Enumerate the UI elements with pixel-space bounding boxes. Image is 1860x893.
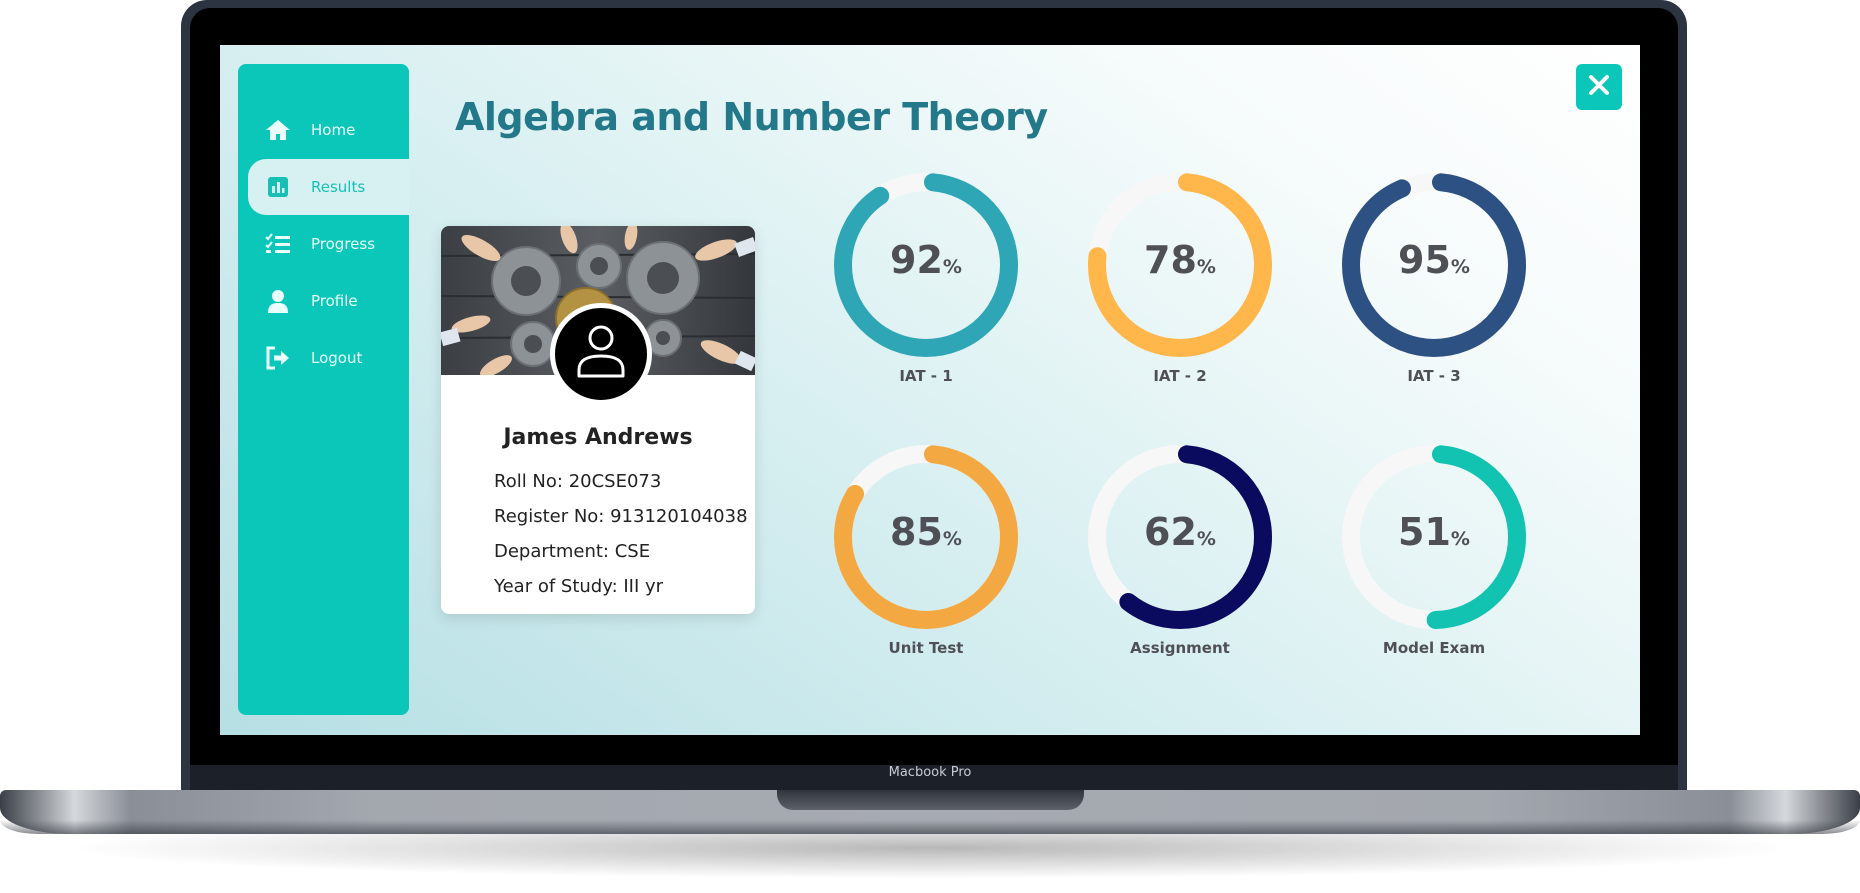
sidebar-item-label: Progress: [311, 235, 376, 253]
score-unit: %: [1450, 256, 1470, 278]
score-value: 62%: [1085, 510, 1275, 554]
score-ring-model-exam: 51% Model Exam: [1339, 442, 1529, 672]
score-unit: %: [942, 256, 962, 278]
score-unit: %: [1196, 256, 1216, 278]
student-name: James Andrews: [503, 425, 693, 450]
register-number: Register No: 913120104038: [494, 506, 748, 527]
logout-icon: [263, 343, 293, 373]
sidebar-item-label: Profile: [311, 292, 358, 310]
avatar: [550, 303, 652, 405]
department: Department: CSE: [494, 541, 651, 562]
score-label: Assignment: [1130, 639, 1230, 657]
score-number: 95: [1398, 238, 1451, 282]
bar-chart-icon: [263, 172, 293, 202]
app-screen: Home Results Progress Profile Logout Alg…: [220, 45, 1640, 735]
home-icon: [263, 115, 293, 145]
score-number: 78: [1144, 238, 1197, 282]
page-title: Algebra and Number Theory: [455, 95, 1048, 139]
score-ring-iat-3: 95% IAT - 3: [1339, 170, 1529, 400]
laptop-notch: [777, 790, 1084, 810]
sidebar-item-profile[interactable]: Profile: [248, 273, 409, 329]
sidebar-item-label: Results: [311, 178, 366, 196]
score-value: 92%: [831, 238, 1021, 282]
year-of-study: Year of Study: III yr: [494, 576, 664, 597]
score-unit: %: [1450, 528, 1470, 550]
score-label: Unit Test: [888, 639, 964, 657]
close-button[interactable]: [1576, 64, 1622, 110]
score-ring-iat-2: 78% IAT - 2: [1085, 170, 1275, 400]
score-value: 95%: [1339, 238, 1529, 282]
score-number: 92: [890, 238, 943, 282]
score-label: IAT - 1: [899, 367, 953, 385]
score-number: 85: [890, 510, 943, 554]
score-ring-unit-test: 85% Unit Test: [831, 442, 1021, 672]
close-icon: [1587, 73, 1611, 102]
checklist-icon: [263, 229, 293, 259]
user-icon: [263, 286, 293, 316]
sidebar-item-label: Home: [311, 121, 356, 139]
score-label: Model Exam: [1382, 639, 1486, 657]
score-number: 62: [1144, 510, 1197, 554]
sidebar-item-progress[interactable]: Progress: [248, 216, 409, 272]
score-value: 85%: [831, 510, 1021, 554]
score-ring-assignment: 62% Assignment: [1085, 442, 1275, 672]
score-unit: %: [1196, 528, 1216, 550]
score-number: 51: [1398, 510, 1451, 554]
laptop-brand-label: Macbook Pro: [888, 765, 972, 780]
profile-card: James Andrews Roll No: 20CSE073 Register…: [441, 226, 755, 614]
score-value: 78%: [1085, 238, 1275, 282]
score-unit: %: [942, 528, 962, 550]
sidebar-item-label: Logout: [311, 349, 363, 367]
user-icon: [575, 324, 627, 385]
score-ring-iat-1: 92% IAT - 1: [831, 170, 1021, 400]
sidebar: Home Results Progress Profile Logout: [238, 64, 409, 715]
score-label: IAT - 2: [1153, 367, 1207, 385]
sidebar-item-home[interactable]: Home: [248, 102, 409, 158]
roll-number: Roll No: 20CSE073: [494, 471, 662, 492]
score-value: 51%: [1339, 510, 1529, 554]
score-label: IAT - 3: [1407, 367, 1461, 385]
sidebar-item-results[interactable]: Results: [248, 159, 409, 215]
sidebar-item-logout[interactable]: Logout: [248, 330, 409, 386]
